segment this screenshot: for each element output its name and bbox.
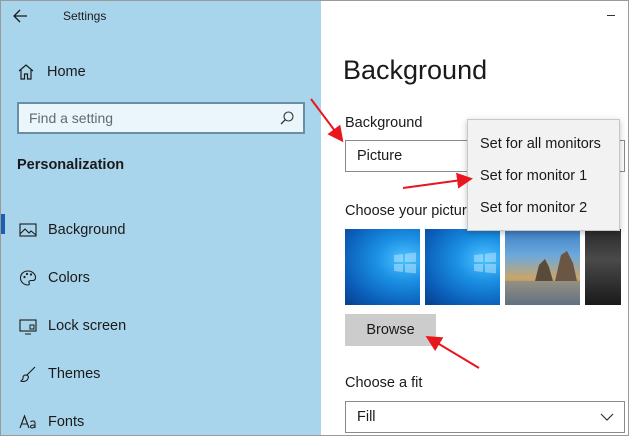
search-input[interactable]: Find a setting — [17, 102, 305, 134]
brush-icon — [19, 365, 37, 383]
page-title: Background — [343, 55, 488, 85]
background-label: Background — [345, 115, 423, 131]
picture-thumbnails — [345, 229, 621, 305]
background-type-value: Picture — [357, 148, 403, 164]
sidebar-item-label: Colors — [48, 270, 90, 286]
picture-thumbnail[interactable] — [585, 229, 621, 305]
sidebar-item-fonts[interactable]: Fonts — [1, 398, 321, 435]
beach-rocks-image — [505, 251, 580, 305]
sidebar-item-themes[interactable]: Themes — [1, 350, 321, 398]
minimize-icon[interactable] — [607, 15, 615, 16]
sidebar-item-colors[interactable]: Colors — [1, 254, 321, 302]
home-icon — [18, 64, 34, 80]
chevron-down-icon — [600, 413, 614, 421]
picture-thumbnail[interactable] — [345, 229, 420, 305]
sidebar-item-label: Lock screen — [48, 318, 127, 334]
app-title: Settings — [63, 9, 107, 23]
choose-picture-label: Choose your pictur — [345, 203, 467, 219]
font-icon — [19, 413, 37, 431]
fit-value: Fill — [357, 409, 376, 425]
settings-window: Settings Home Find a setting Personaliza… — [0, 0, 629, 436]
browse-button[interactable]: Browse — [345, 314, 436, 346]
fit-dropdown[interactable]: Fill — [345, 401, 625, 433]
palette-icon — [19, 269, 37, 287]
windows-logo-icon — [474, 252, 496, 274]
title-bar: Settings — [1, 1, 321, 31]
search-icon[interactable] — [279, 110, 295, 126]
sidebar-item-label: Fonts — [48, 414, 85, 430]
back-arrow-icon[interactable] — [13, 5, 37, 27]
sidebar-item-label: Themes — [48, 366, 101, 382]
menu-item-set-monitor-1[interactable]: Set for monitor 1 — [468, 160, 619, 192]
home-label: Home — [47, 64, 86, 80]
lock-screen-icon — [19, 317, 37, 335]
search-placeholder: Find a setting — [29, 110, 114, 126]
picture-thumbnail[interactable] — [505, 229, 580, 305]
fit-label: Choose a fit — [345, 375, 423, 391]
windows-logo-icon — [394, 252, 416, 274]
picture-thumbnail[interactable] — [425, 229, 500, 305]
section-title: Personalization — [17, 157, 125, 173]
sidebar-item-lock-screen[interactable]: Lock screen — [1, 302, 321, 350]
menu-item-set-all-monitors[interactable]: Set for all monitors — [468, 128, 619, 160]
picture-icon — [19, 221, 37, 239]
home-nav-item[interactable]: Home — [17, 61, 86, 83]
sidebar-item-background[interactable]: Background — [1, 206, 321, 254]
context-menu: Set for all monitors Set for monitor 1 S… — [467, 119, 620, 231]
sidebar-nav: Background Colors Lock screen Themes Fon… — [1, 206, 321, 435]
menu-item-set-monitor-2[interactable]: Set for monitor 2 — [468, 192, 619, 224]
sidebar-item-label: Background — [48, 222, 126, 238]
sidebar: Settings Home Find a setting Personaliza… — [1, 1, 321, 435]
